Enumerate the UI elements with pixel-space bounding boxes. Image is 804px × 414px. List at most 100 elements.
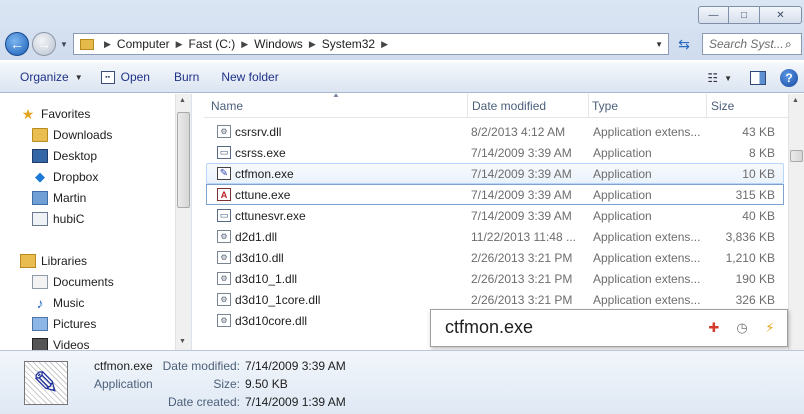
column-name[interactable]: Name: [211, 99, 243, 113]
nav-scrollbar[interactable]: ▲ ▼: [175, 94, 191, 350]
view-options-dropdown[interactable]: ▼: [722, 67, 734, 89]
refresh-icon[interactable]: ⇆: [674, 36, 694, 52]
file-list-scrollbar[interactable]: ▲: [788, 94, 804, 350]
documents-icon: [32, 275, 48, 289]
file-type: Application extens...: [593, 125, 701, 139]
file-date: 2/26/2013 3:21 PM: [471, 251, 573, 265]
file-size: 190 KB: [735, 272, 775, 286]
details-file-type: Application: [94, 377, 153, 391]
command-bar: Organize ▼ ▪▪ Open Burn New folder ☷ ▼ ?: [0, 62, 804, 93]
scroll-up-icon[interactable]: ▲: [179, 97, 186, 104]
file-type: Application: [593, 146, 652, 160]
dll-icon: [217, 125, 231, 138]
column-type[interactable]: Type: [592, 99, 618, 113]
burn-button[interactable]: Burn: [165, 66, 208, 88]
file-row[interactable]: d3d10.dll 2/26/2013 3:21 PM Application …: [206, 247, 784, 268]
breadcrumb-computer[interactable]: Computer ▶: [117, 37, 189, 51]
nav-label: Martin: [53, 191, 87, 205]
scroll-up-icon[interactable]: ▲: [792, 97, 799, 104]
file-type: Application extens...: [593, 230, 701, 244]
recent-pages-dropdown[interactable]: ▼: [60, 40, 68, 49]
breadcrumb-root-arrow[interactable]: ▶: [98, 39, 117, 50]
close-button[interactable]: ✕: [760, 6, 802, 24]
file-name: ctfmon.exe: [235, 167, 294, 181]
file-size: 326 KB: [735, 293, 775, 307]
scroll-down-icon[interactable]: ▼: [179, 338, 186, 345]
file-row[interactable]: csrss.exe 7/14/2009 3:39 AM Application …: [206, 142, 784, 163]
nav-hubic[interactable]: hubiC: [32, 209, 84, 229]
breadcrumb-windows[interactable]: Windows ▶: [254, 37, 322, 51]
search-input[interactable]: [709, 37, 785, 51]
file-date: 7/14/2009 3:39 AM: [471, 188, 572, 202]
address-dropdown-icon[interactable]: ▼: [655, 40, 663, 49]
nav-dropbox[interactable]: ◆ Dropbox: [32, 167, 98, 187]
file-name: csrss.exe: [235, 146, 286, 160]
nav-music[interactable]: ♪ Music: [32, 293, 85, 313]
desktop-icon: [32, 149, 48, 163]
file-type: Application extens...: [593, 293, 701, 307]
back-button[interactable]: ←: [5, 32, 29, 56]
column-size[interactable]: Size: [711, 99, 734, 113]
application-window-icon: ▪▪: [100, 70, 115, 84]
minimize-button[interactable]: —: [698, 6, 729, 24]
file-row-selected[interactable]: cttune.exe 7/14/2009 3:39 AM Application…: [206, 184, 784, 205]
window-controls: — □ ✕: [698, 6, 802, 24]
new-folder-button[interactable]: New folder: [212, 66, 287, 88]
file-row[interactable]: d3d10_1.dll 2/26/2013 3:21 PM Applicatio…: [206, 268, 784, 289]
file-row[interactable]: d3d10_1core.dll 2/26/2013 3:21 PM Applic…: [206, 289, 784, 310]
file-row[interactable]: cttunesvr.exe 7/14/2009 3:39 AM Applicat…: [206, 205, 784, 226]
search-icon[interactable]: ⌕: [785, 37, 792, 52]
column-date-modified[interactable]: Date modified: [472, 99, 546, 113]
organize-label: Organize: [20, 70, 69, 84]
preview-pane-icon[interactable]: [750, 71, 766, 85]
open-label: Open: [120, 70, 150, 84]
maximize-button[interactable]: □: [729, 6, 760, 24]
file-list-scrollbar-thumb[interactable]: [790, 150, 803, 162]
file-type: Application extens...: [593, 272, 701, 286]
nav-libraries[interactable]: Libraries: [20, 251, 87, 271]
details-file-name: ctfmon.exe: [94, 359, 153, 373]
file-row[interactable]: csrsrv.dll 8/2/2013 4:12 AM Application …: [206, 121, 784, 142]
change-view-icon[interactable]: ☷: [707, 71, 718, 85]
tooltip-actions: ✚ ◷ ⚡: [695, 319, 779, 337]
column-divider[interactable]: [706, 94, 707, 118]
nav-martin[interactable]: Martin: [32, 188, 86, 208]
column-divider[interactable]: [467, 94, 468, 118]
breadcrumb-drive[interactable]: Fast (C:) ▶: [189, 37, 255, 51]
lightning-icon[interactable]: ⚡: [761, 319, 779, 337]
pictures-icon: [32, 317, 48, 331]
file-row-hovered[interactable]: ctfmon.exe 7/14/2009 3:39 AM Application…: [206, 163, 784, 184]
burn-label: Burn: [173, 70, 200, 84]
file-size: 3,836 KB: [725, 230, 775, 244]
address-bar[interactable]: ▶ Computer ▶ Fast (C:) ▶ Windows ▶ System32…: [73, 33, 669, 55]
chevron-down-icon: ▼: [74, 72, 83, 82]
nav-documents[interactable]: Documents: [32, 272, 114, 292]
shell-extension-icon[interactable]: ✚: [705, 319, 723, 337]
file-date: 11/22/2013 11:48 ...: [471, 230, 576, 244]
sort-ascending-icon: ▲: [332, 94, 340, 99]
nav-downloads[interactable]: Downloads: [32, 125, 112, 145]
open-button[interactable]: ▪▪ Open: [92, 66, 159, 88]
nav-favorites[interactable]: ★ Favorites: [20, 104, 91, 124]
search-box[interactable]: ⌕: [702, 33, 802, 55]
nav-label: Dropbox: [53, 170, 99, 184]
column-divider[interactable]: [588, 94, 589, 118]
forward-button[interactable]: →: [32, 32, 56, 56]
nav-label: Pictures: [53, 317, 97, 331]
nav-scrollbar-thumb[interactable]: [177, 112, 190, 208]
nav-pictures[interactable]: Pictures: [32, 314, 96, 334]
folder-icon: [80, 38, 94, 50]
organize-button[interactable]: Organize ▼: [11, 66, 92, 88]
help-icon[interactable]: ?: [780, 69, 798, 87]
breadcrumb-system32[interactable]: System32 ▶: [322, 37, 394, 51]
file-row[interactable]: d2d1.dll 11/22/2013 11:48 ... Applicatio…: [206, 226, 784, 247]
details-modified-value: 7/14/2009 3:39 AM: [245, 359, 346, 373]
nav-desktop[interactable]: Desktop: [32, 146, 97, 166]
dropbox-icon: ◆: [35, 169, 45, 184]
nav-label: Desktop: [53, 149, 98, 163]
clock-icon[interactable]: ◷: [733, 319, 751, 337]
file-size: 43 KB: [742, 125, 775, 139]
pane-splitter[interactable]: [191, 94, 199, 350]
file-date: 7/14/2009 3:39 AM: [471, 167, 572, 181]
dll-icon: [217, 314, 231, 327]
